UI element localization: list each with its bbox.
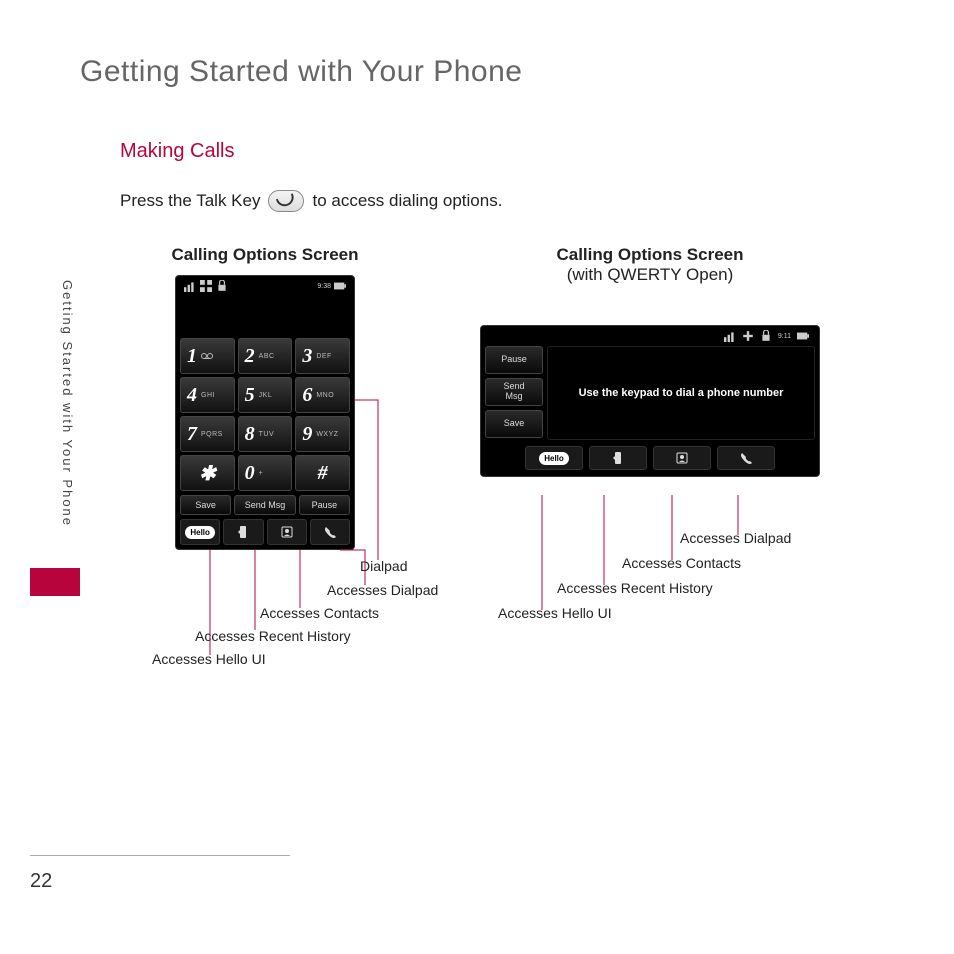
callout-lines — [0, 0, 954, 954]
callout2-accesses-history: Accesses Recent History — [557, 580, 713, 596]
callout-accesses-hello: Accesses Hello UI — [152, 651, 266, 667]
page-number: 22 — [30, 870, 52, 893]
callout2-accesses-dialpad: Accesses Dialpad — [680, 530, 791, 546]
callout2-accesses-hello: Accesses Hello UI — [498, 605, 612, 621]
callout-accesses-contacts: Accesses Contacts — [260, 605, 379, 621]
callout-dialpad: Dialpad — [360, 558, 407, 574]
callout-accesses-history: Accesses Recent History — [195, 628, 351, 644]
footer-rule — [30, 855, 290, 856]
callout2-accesses-contacts: Accesses Contacts — [622, 555, 741, 571]
callout-accesses-dialpad: Accesses Dialpad — [327, 582, 438, 598]
